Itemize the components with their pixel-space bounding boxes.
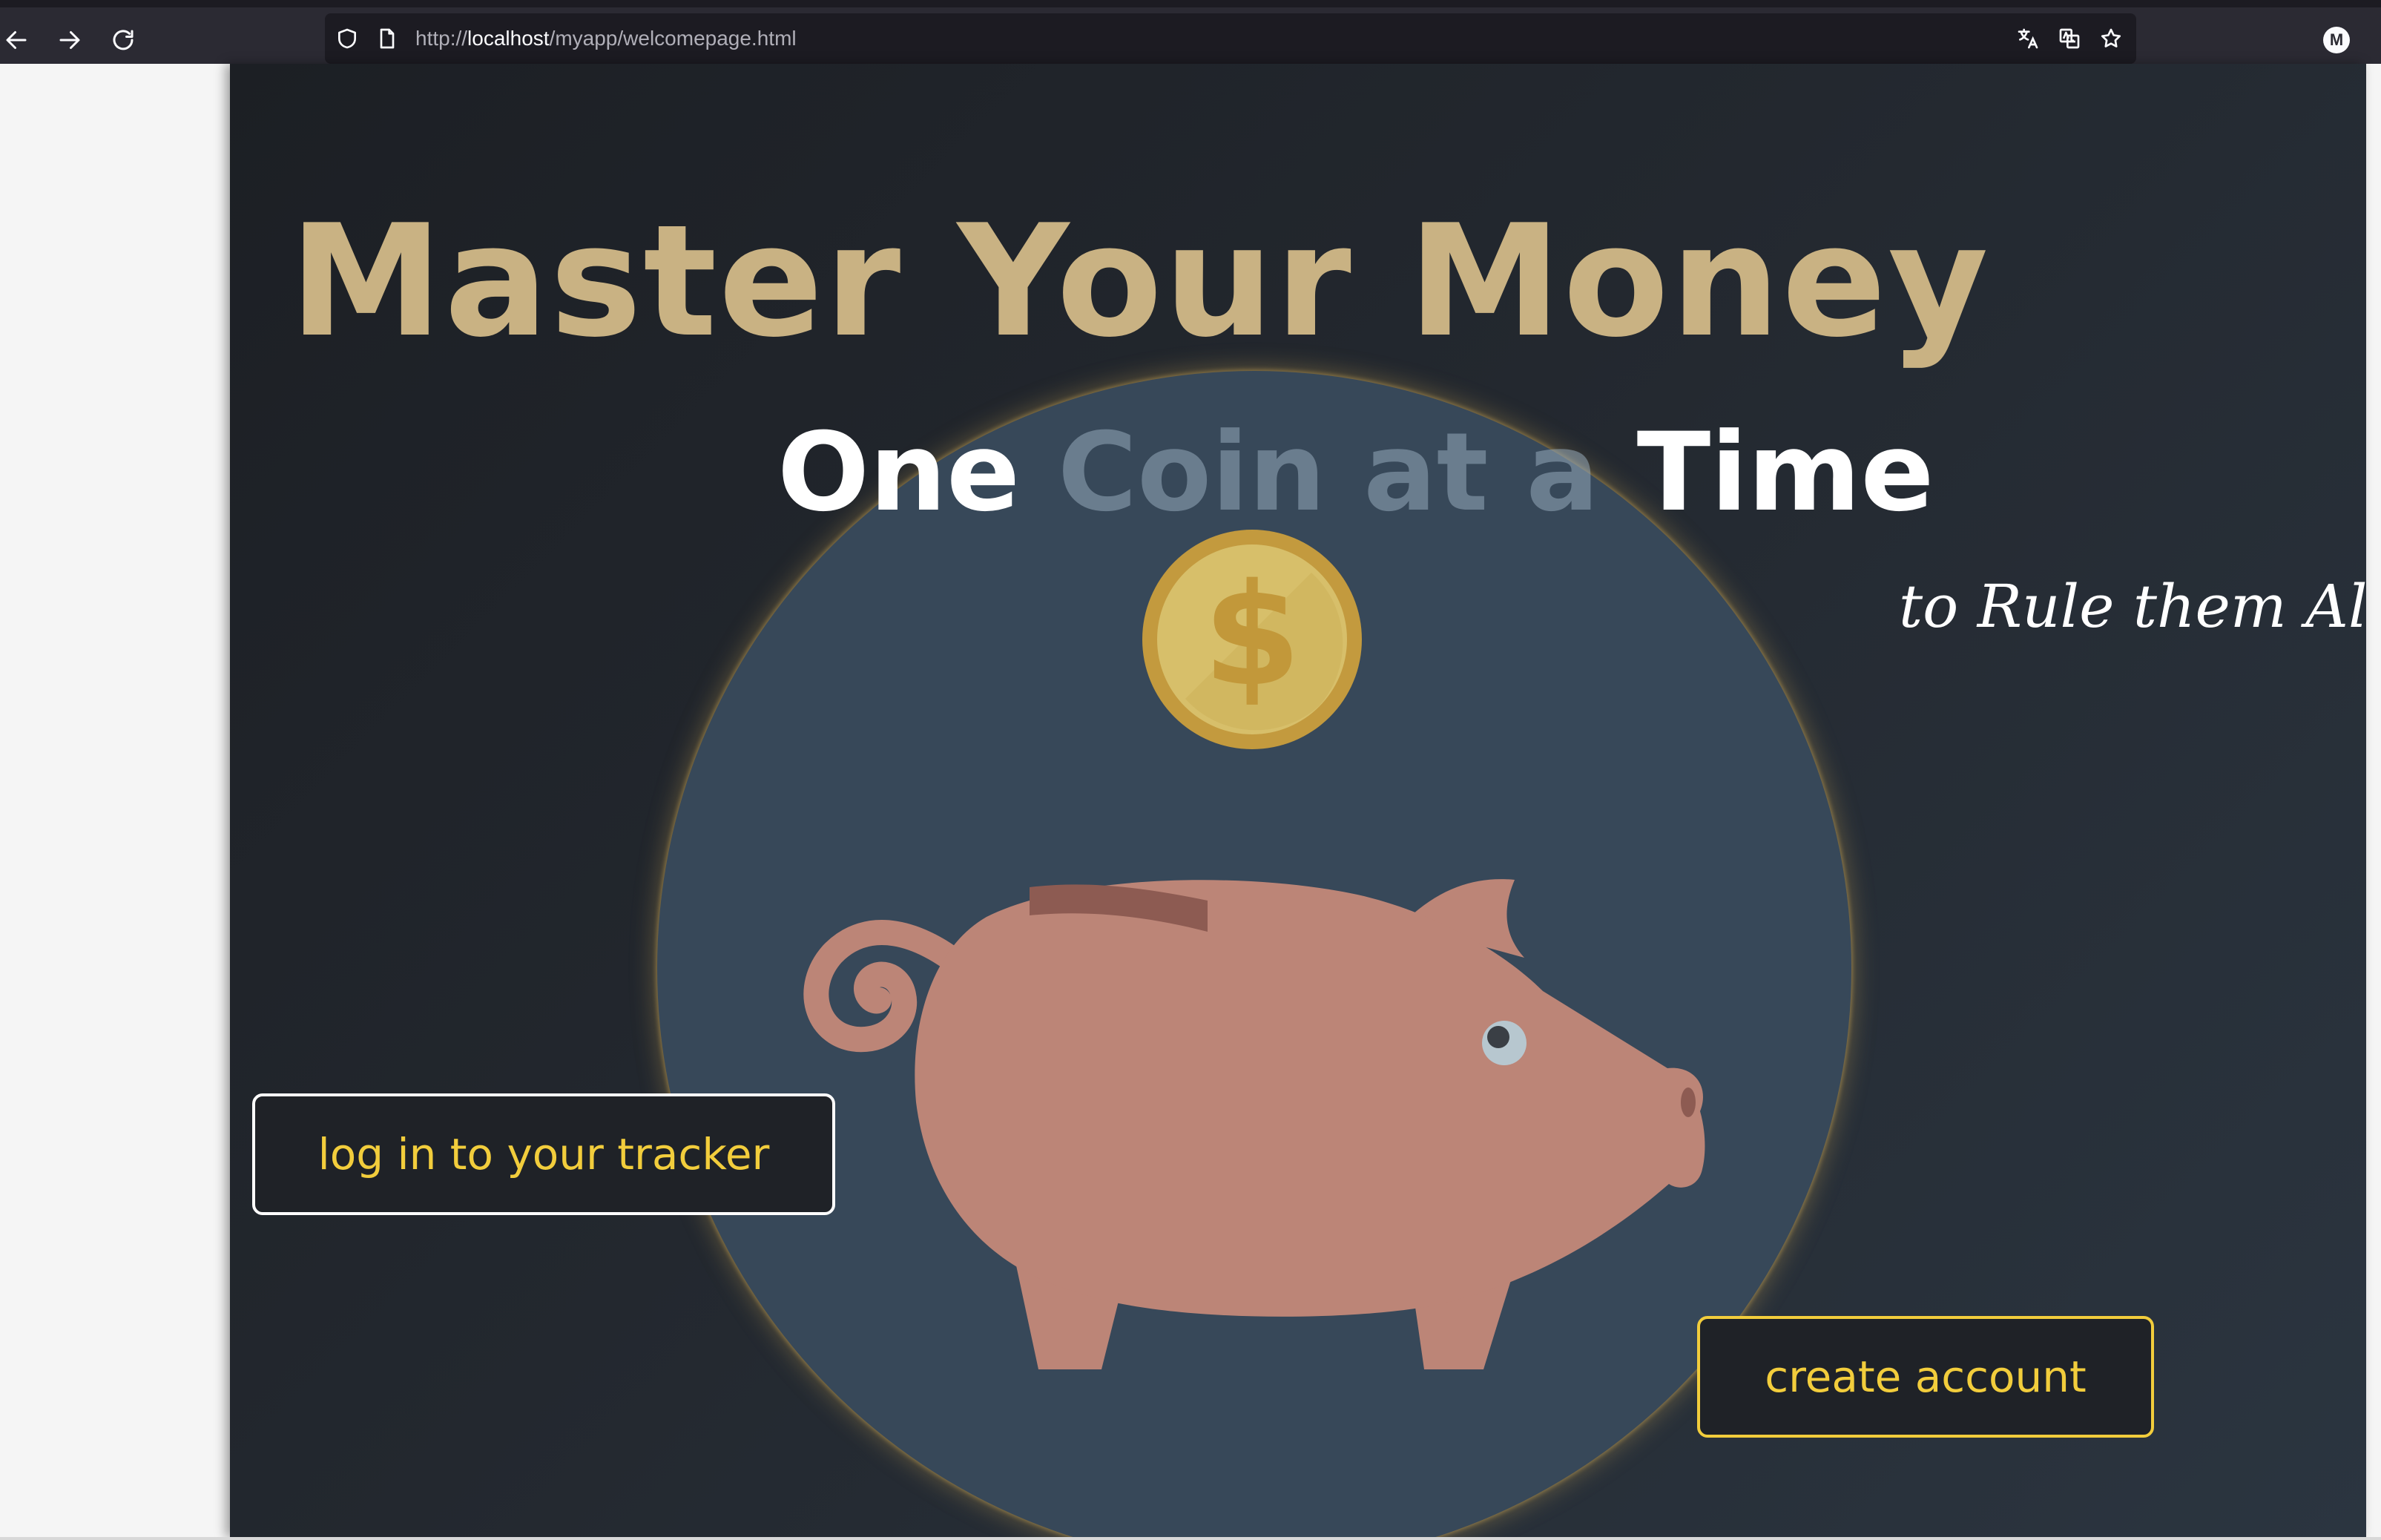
translate-icon[interactable]	[2013, 24, 2043, 53]
subtitle-part-one: One	[777, 409, 1058, 536]
coin-dollar-sign: $	[1203, 553, 1301, 717]
star-icon[interactable]	[2096, 24, 2126, 53]
browser-toolbar: http://localhost/myapp/welcomepage.html …	[0, 0, 2381, 64]
subtitle-part-faded: Coin at a	[1057, 409, 1599, 536]
back-arrow-icon[interactable]	[0, 19, 37, 61]
piggy-bank-icon	[803, 879, 1705, 1369]
url-host: localhost	[467, 27, 550, 50]
page-bottom-edge	[0, 1537, 2381, 1540]
reload-icon[interactable]	[102, 19, 144, 61]
page-subtitle: One Coin at a Time	[777, 418, 1934, 527]
page-icon[interactable]	[372, 24, 402, 53]
url-text[interactable]: http://localhost/myapp/welcomepage.html	[415, 22, 797, 55]
login-button[interactable]: log in to your tracker	[252, 1093, 835, 1215]
page-right-margin	[2366, 64, 2381, 1540]
subtitle-part-time: Time	[1598, 409, 1934, 536]
page-headline: Master Your Money	[289, 192, 1990, 372]
create-account-button[interactable]: create account	[1697, 1316, 2154, 1438]
url-bar[interactable]: http://localhost/myapp/welcomepage.html	[325, 13, 2136, 64]
url-scheme: http://	[415, 27, 468, 50]
coin-icon: $	[1142, 530, 1362, 749]
tagline: to Rule them All!	[1899, 572, 2366, 641]
hero-section: Master Your Money One Coin at a Time to …	[230, 64, 2366, 1537]
forward-arrow-icon[interactable]	[49, 19, 90, 61]
translate-page-icon[interactable]	[2055, 24, 2084, 53]
url-path: /myapp/welcomepage.html	[549, 27, 797, 50]
page-left-margin	[0, 64, 230, 1540]
profile-icon[interactable]: M	[2323, 27, 2350, 53]
shield-icon[interactable]	[332, 24, 362, 53]
